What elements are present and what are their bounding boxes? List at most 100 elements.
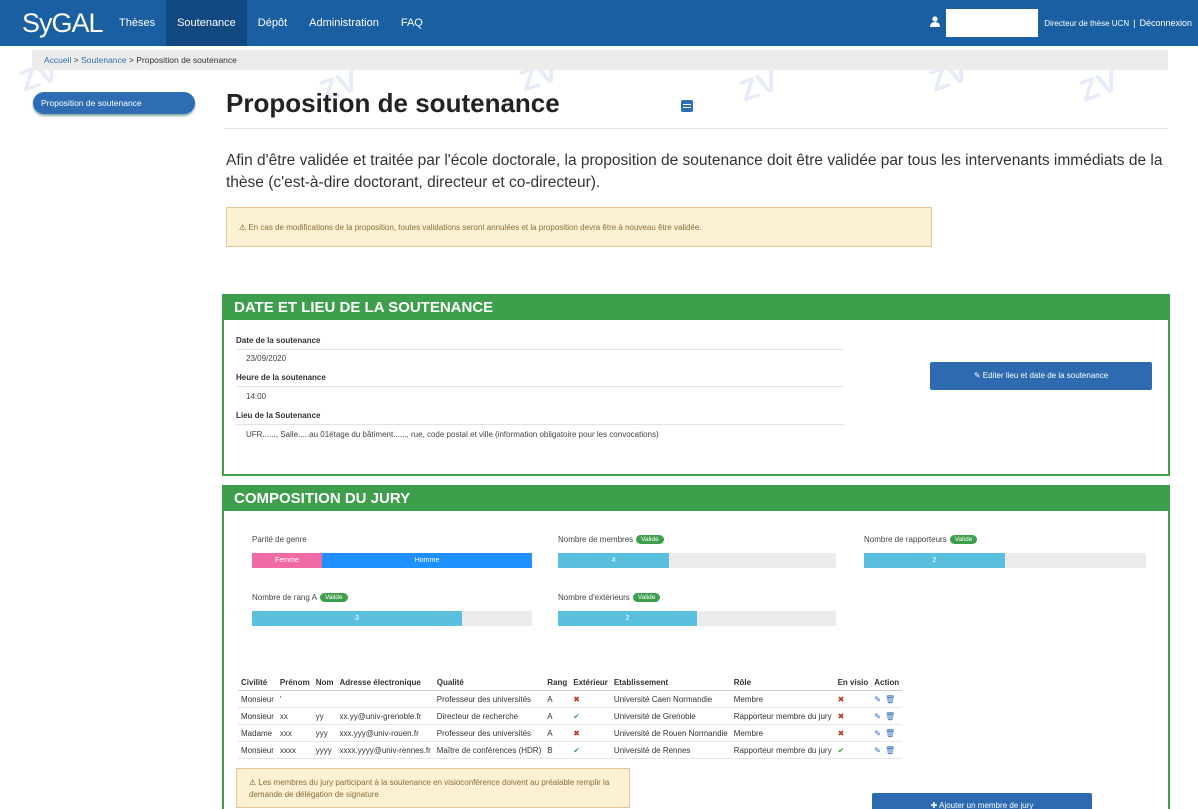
warning-icon: ⚠: [239, 223, 247, 232]
table-header-row: Civilité Prénom Nom Adresse électronique…: [238, 675, 903, 691]
col-action: Action: [871, 675, 903, 691]
rapporteurs-badge: Valide: [949, 535, 978, 545]
trash-icon[interactable]: 🗑: [885, 695, 895, 704]
hour-value: 14:00: [246, 392, 267, 401]
cell-prenom: xx: [276, 707, 313, 725]
nav-item-faq[interactable]: FAQ: [390, 0, 434, 46]
cell-qualite: Professeur des universités: [433, 690, 545, 708]
cell-role: Membre: [730, 690, 835, 708]
cell-rang: B: [544, 741, 571, 759]
exterieurs-bar: 2: [558, 611, 836, 626]
cell-nom: yyyy: [312, 741, 337, 759]
cell-civilite: Madame: [238, 724, 277, 742]
watermark: ZV: [735, 64, 783, 109]
col-etablissement: Etablissement: [610, 675, 731, 691]
cell-nom: yy: [312, 707, 337, 725]
membres-text: Nombre de membres: [558, 535, 634, 544]
trash-icon[interactable]: 🗑: [885, 729, 895, 738]
cell-email: [336, 690, 434, 708]
cell-prenom: ': [276, 690, 313, 708]
cell-action: ✎ 🗑: [871, 707, 903, 725]
edit-icon[interactable]: ✎: [874, 695, 881, 704]
nav-item-soutenance[interactable]: Soutenance: [166, 0, 247, 46]
nav-item-administration[interactable]: Administration: [298, 0, 390, 46]
table-row: Monsieur ' Professeur des universités A ✖ Uni…: [238, 690, 903, 708]
place-value: UFR......, Salle.....au 01étage du bâtim…: [246, 430, 659, 439]
nav-item-theses[interactable]: Thèses: [108, 0, 166, 46]
edit-icon[interactable]: ✎: [874, 729, 881, 738]
user-name-box[interactable]: [946, 9, 1039, 37]
breadcrumb-home[interactable]: Accueil: [44, 55, 71, 65]
parity-label: Parité de genre: [252, 535, 307, 544]
table-row: Monsieur xxxx yyyy xxxx.yyyy@univ-rennes.fr…: [238, 741, 903, 759]
cell-visio: ✔: [834, 741, 872, 759]
table-row: Madame xxx yyy xxx.yyy@univ-rouen.fr Profess…: [238, 724, 903, 742]
edit-icon[interactable]: ✎: [874, 712, 881, 721]
date-value: 23/09/2020: [246, 354, 287, 363]
cell-qualite: Professeur des universités: [433, 724, 545, 742]
rang-a-badge: Valide: [319, 593, 348, 603]
exterieurs-badge: Valide: [632, 593, 661, 603]
col-prenom: Prénom: [276, 675, 313, 691]
jury-table: Civilité Prénom Nom Adresse électronique…: [238, 675, 903, 759]
pencil-icon: ✎: [973, 371, 981, 380]
page-title: Proposition de soutenance: [226, 88, 560, 118]
visio-warning-alert: ⚠ Les membres du jury participant à la s…: [236, 768, 630, 808]
cell-etablissement: Université Caen Normandie: [610, 690, 731, 708]
cell-etablissement: Université de Rennes: [610, 741, 731, 759]
cell-email: xx.yy@univ-grenoble.fr: [336, 707, 434, 725]
date-label: Date de la soutenance: [236, 336, 321, 345]
rang-a-bar: 3: [252, 611, 532, 626]
rang-a-text: Nombre de rang A: [252, 593, 317, 602]
place-label: Lieu de la Soutenance: [236, 411, 321, 420]
edit-icon[interactable]: ✎: [874, 746, 881, 755]
warning-alert: ⚠ En cas de modifications de la proposit…: [226, 207, 932, 247]
sidebar-item-proposition[interactable]: Proposition de soutenance: [33, 92, 195, 114]
cell-civilite: Monsieur: [238, 690, 277, 708]
user-role[interactable]: Directeur de thèse UCN: [1044, 19, 1129, 28]
cell-visio: ✖: [834, 724, 872, 742]
col-qualite: Qualité: [433, 675, 545, 691]
trash-icon[interactable]: 🗑: [885, 712, 895, 721]
cell-action: ✎ 🗑: [871, 724, 903, 742]
divider: [236, 424, 844, 425]
rapporteurs-text: Nombre de rapporteurs: [864, 535, 947, 544]
cell-prenom: xxxx: [276, 741, 313, 759]
breadcrumb-soutenance[interactable]: Soutenance: [81, 55, 126, 65]
user-area: Directeur de thèse UCN | Déconnexion: [930, 0, 1198, 46]
table-row: Monsieur xx yy xx.yy@univ-grenoble.fr Direct…: [238, 707, 903, 725]
col-civilite: Civilité: [238, 675, 277, 691]
watermark: ZV: [1075, 64, 1123, 109]
add-jury-member-button[interactable]: ✚ Ajouter un membre de jury: [872, 793, 1092, 809]
rapporteurs-label: Nombre de rapporteurs Valide: [864, 535, 978, 545]
breadcrumb-sep: >: [128, 55, 134, 65]
membres-fill: 4: [558, 553, 670, 568]
jury-panel: COMPOSITION DU JURY Parité de genre Femm…: [222, 485, 1170, 809]
cell-email: xxxx.yyyy@univ-rennes.fr: [336, 741, 434, 759]
nav-item-depot[interactable]: Dépôt: [247, 0, 298, 46]
col-visio: En visio: [834, 675, 872, 691]
cell-exterieur: ✖: [570, 724, 611, 742]
rapporteurs-fill: 2: [864, 553, 1005, 568]
calendar-icon[interactable]: [681, 100, 693, 112]
cell-rang: A: [544, 724, 571, 742]
cell-nom: [312, 690, 337, 708]
cell-qualite: Maître de conférences (HDR): [433, 741, 545, 759]
warning-text: En cas de modifications de la propositio…: [248, 223, 702, 232]
edit-date-lieu-button[interactable]: ✎ Editer lieu et date de la soutenance: [930, 362, 1152, 390]
cell-exterieur: ✔: [570, 707, 611, 725]
rapporteurs-bar: 2: [864, 553, 1146, 568]
intro-text: Afin d'être validée et traitée par l'éco…: [226, 152, 1163, 191]
brand-logo[interactable]: SyGAL: [0, 8, 108, 39]
cell-qualite: Directeur de recherche: [433, 707, 545, 725]
col-exterieur: Extérieur: [570, 675, 611, 691]
col-nom: Nom: [312, 675, 337, 691]
membres-label: Nombre de membres Valide: [558, 535, 664, 545]
visio-warning-text: Les membres du jury participant à la sou…: [249, 778, 610, 799]
logout-link[interactable]: Déconnexion: [1139, 18, 1192, 28]
cell-etablissement: Université de Grenoble: [610, 707, 731, 725]
cell-etablissement: Université de Rouen Normandie: [610, 724, 731, 742]
trash-icon[interactable]: 🗑: [885, 746, 895, 755]
exterieurs-text: Nombre d'extérieurs: [558, 593, 630, 602]
warning-icon: ⚠: [249, 778, 257, 787]
